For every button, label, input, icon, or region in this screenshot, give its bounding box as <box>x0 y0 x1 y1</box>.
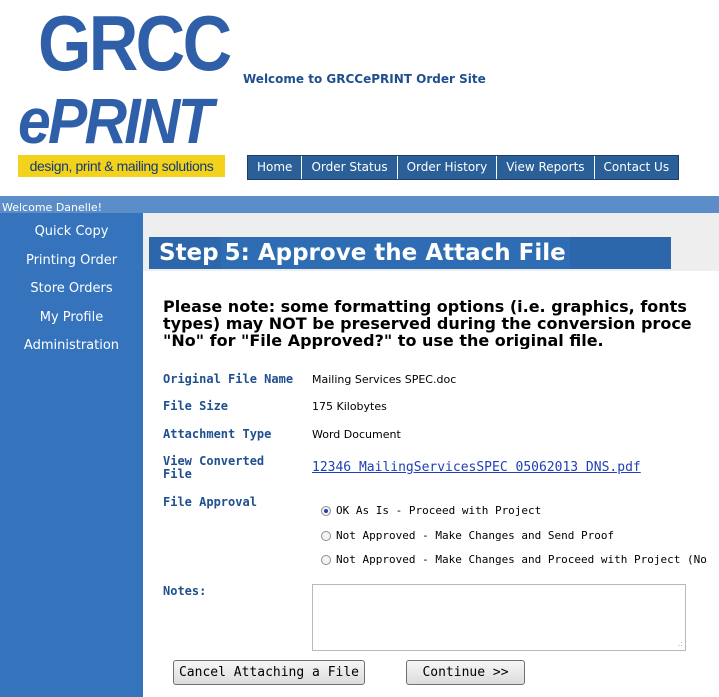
page-title: Step 5: Approve the Attach File <box>149 237 671 269</box>
sidebar-item-administration[interactable]: Administration <box>0 332 143 361</box>
greeting-bar: Welcome Danelle! <box>0 196 719 214</box>
file-approval-label: File Approval <box>163 495 257 509</box>
attachment-type-label: Attachment Type <box>163 427 272 441</box>
top-nav: Home Order Status Order History View Rep… <box>247 155 680 180</box>
step-prefix: Step <box>159 240 219 266</box>
view-converted-label-line2: File <box>163 467 192 481</box>
radio-unchecked-icon[interactable] <box>321 554 331 565</box>
approval-option-ok[interactable]: OK As Is - Proceed with Project <box>321 504 541 517</box>
sidebar: Quick Copy Printing Order Store Orders M… <box>0 213 143 697</box>
cancel-attaching-button[interactable]: Cancel Attaching a File <box>173 660 365 685</box>
nav-view-reports[interactable]: View Reports <box>497 156 595 179</box>
approval-option-send-proof[interactable]: Not Approved - Make Changes and Send Pro… <box>321 529 614 542</box>
nav-order-history[interactable]: Order History <box>398 156 498 179</box>
continue-button[interactable]: Continue >> <box>406 660 525 685</box>
logo-tagline: design, print & mailing solutions <box>18 155 225 177</box>
logo: GRCC ePRINT design, print & mailing solu… <box>18 0 232 178</box>
radio-checked-icon[interactable] <box>321 505 331 516</box>
sidebar-item-store-orders[interactable]: Store Orders <box>0 275 143 304</box>
radio-unchecked-icon[interactable] <box>321 530 331 541</box>
original-file-name-value: Mailing Services SPEC.doc <box>312 373 457 386</box>
attachment-type-value: Word Document <box>312 428 401 441</box>
approval-option-proceed[interactable]: Not Approved - Make Changes and Proceed … <box>321 553 707 566</box>
sidebar-item-printing-order[interactable]: Printing Order <box>0 247 143 276</box>
step-title-text: 5: Approve the Attach File <box>220 237 570 269</box>
notes-label: Notes: <box>163 584 207 598</box>
site-welcome-text: Welcome to GRCCePRINT Order Site <box>243 72 486 86</box>
sidebar-item-my-profile[interactable]: My Profile <box>0 304 143 333</box>
logo-line1: GRCC <box>38 0 232 87</box>
approval-option-label: Not Approved - Make Changes and Send Pro… <box>336 529 615 542</box>
converted-file-link[interactable]: 12346 MailingServicesSPEC 05062013 DNS.p… <box>312 460 641 475</box>
resize-grip-icon[interactable]: .: <box>678 640 683 648</box>
approval-option-label: Not Approved - Make Changes and Proceed … <box>336 553 707 566</box>
original-file-name-label: Original File Name <box>163 372 294 386</box>
file-size-label: File Size <box>163 399 229 413</box>
file-size-value: 175 Kilobytes <box>312 400 387 413</box>
sidebar-item-quick-copy[interactable]: Quick Copy <box>0 218 143 247</box>
nav-order-status[interactable]: Order Status <box>302 156 398 179</box>
nav-home[interactable]: Home <box>248 156 303 179</box>
approval-option-label: OK As Is - Proceed with Project <box>336 504 542 517</box>
notes-textarea[interactable]: .: <box>312 584 686 651</box>
logo-line2: ePRINT <box>18 85 214 157</box>
conversion-note: Please note: some formatting options (i.… <box>163 298 692 349</box>
nav-contact-us[interactable]: Contact Us <box>595 156 679 179</box>
